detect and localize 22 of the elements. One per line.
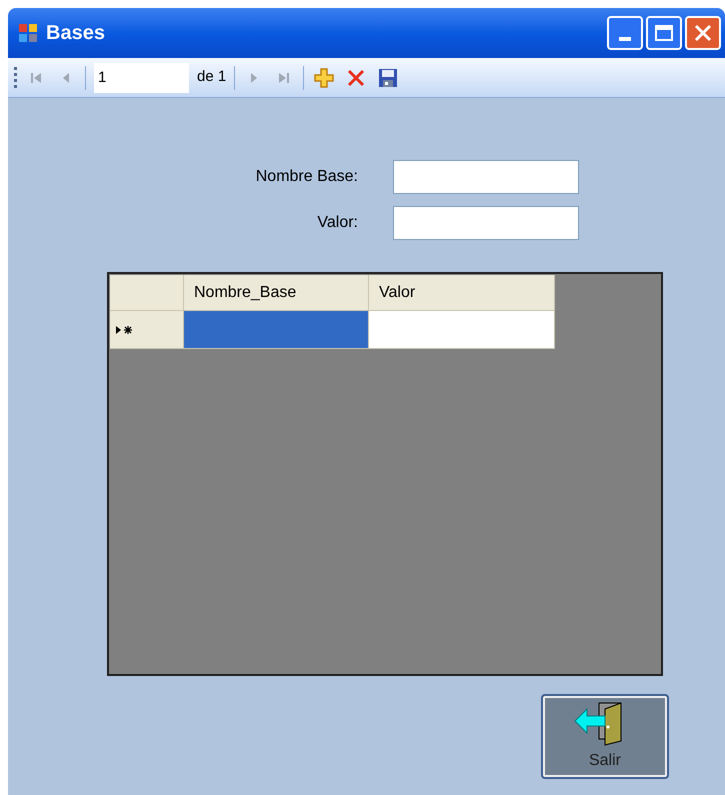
close-button[interactable] — [685, 16, 721, 50]
field-label: Nombre Base: — [254, 167, 358, 187]
record-count: de 1 — [197, 67, 226, 88]
text-field[interactable] — [393, 160, 579, 194]
column-header[interactable]: Nombre_Base — [184, 275, 369, 311]
position-field[interactable]: 1 — [94, 62, 189, 92]
row-header[interactable] — [110, 311, 184, 349]
exit-button[interactable]: Salir — [541, 694, 669, 779]
minimize-icon — [619, 37, 631, 41]
maximize-icon — [655, 25, 673, 41]
app-icon — [18, 23, 38, 43]
text-field[interactable] — [393, 206, 579, 240]
grip-icon — [14, 66, 17, 90]
table-cell[interactable] — [369, 311, 555, 349]
minimize-button[interactable] — [607, 16, 643, 50]
add-icon[interactable] — [312, 66, 336, 90]
window-title: Bases — [46, 21, 105, 46]
close-icon — [694, 24, 712, 42]
field-label: Valor: — [316, 213, 358, 233]
maximize-button[interactable] — [646, 16, 682, 50]
column-header[interactable]: Valor — [369, 275, 555, 311]
table-cell[interactable] — [184, 311, 369, 349]
